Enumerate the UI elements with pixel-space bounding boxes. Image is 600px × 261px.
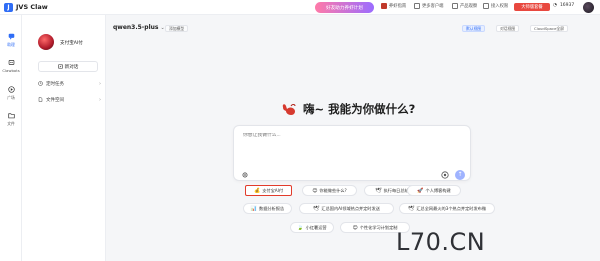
new-chat-label: 新对话 xyxy=(64,64,79,70)
suggestion-chip[interactable]: 💰 支付宝AI付 xyxy=(245,185,292,196)
view-label: 默认视图 xyxy=(466,25,482,31)
greeting: 嗨~ 我能为你做什么? xyxy=(281,101,415,117)
model-name: qwen3.5-plus xyxy=(113,24,159,31)
menu-item-scheduled[interactable]: 定时任务 › xyxy=(38,79,106,88)
view-default-button[interactable]: 默认视图 xyxy=(462,25,486,32)
nav-product[interactable]: 产品观察 xyxy=(452,3,477,9)
bot-icon xyxy=(8,60,14,65)
nav-clients-label: 更多客户端 xyxy=(422,4,444,9)
rail-item-label: 助理 xyxy=(7,42,15,47)
lock-icon xyxy=(483,3,489,9)
top-bar: J JVS Claw 好友助力养虾计划 养虾指南 更多客户端 产品观察 接入权限… xyxy=(0,0,600,15)
bell-icon: ◔ xyxy=(553,3,557,8)
chip-label: 个性化学习计划定制 xyxy=(359,224,398,230)
send-button[interactable]: ↑ xyxy=(455,170,465,180)
chevron-right-icon: › xyxy=(99,96,101,103)
rail-item-assistant[interactable]: 助理 xyxy=(0,33,22,48)
lobster-icon xyxy=(282,103,296,115)
mic-icon[interactable] xyxy=(441,171,449,179)
bird-icon: 🕊 xyxy=(375,187,382,194)
suggestion-chip[interactable]: 🍃 小红薯运营 xyxy=(290,222,334,233)
brand-name: JVS Claw xyxy=(16,3,48,11)
shield-icon xyxy=(381,3,387,9)
chat-icon xyxy=(8,33,14,40)
suggestion-chip[interactable]: 🕊 汇总全网最火的3个热点并定时发布微 xyxy=(399,203,495,214)
main-area: qwen3.5-plus ⌄ 添加模型 默认视图 对话视图 CloudSpace全… xyxy=(106,15,600,261)
rail-item-label: 广场 xyxy=(7,95,15,100)
edit-icon xyxy=(57,64,63,69)
watermark: L70.CN xyxy=(396,228,486,256)
attach-icon[interactable] xyxy=(242,172,248,178)
menu-item-filespace[interactable]: 文件空间 › xyxy=(38,95,106,104)
suggestion-chip[interactable]: 📊 数据分析报告 xyxy=(243,203,292,214)
add-model-label: 添加模型 xyxy=(169,25,185,31)
agent-avatar[interactable] xyxy=(38,34,54,50)
folder-icon xyxy=(7,113,15,119)
file-icon xyxy=(38,97,43,102)
nav-rail: 助理 Clawbots 广场 文件 xyxy=(0,15,22,261)
app-window: J JVS Claw 好友助力养虾计划 养虾指南 更多客户端 产品观察 接入权限… xyxy=(0,0,600,261)
clock-icon xyxy=(38,81,43,86)
suggestion-chip[interactable]: 🚀 个人博客构建 xyxy=(407,185,461,196)
credits-value: 16937 xyxy=(559,3,575,8)
promo-banner[interactable]: 好友助力养虾计划 xyxy=(315,2,374,13)
nav-clients[interactable]: 更多客户端 xyxy=(414,3,443,9)
model-selector[interactable]: qwen3.5-plus ⌄ xyxy=(113,24,165,31)
wallet-icon: 💰 xyxy=(253,187,261,194)
prompt-input[interactable] xyxy=(243,133,443,138)
chip-label: 执行每日总结 xyxy=(383,187,409,193)
greeting-text: 嗨~ 我能为你做什么? xyxy=(303,102,416,116)
nav-guide[interactable]: 养虾指南 xyxy=(381,3,406,9)
view-label: 对话视图 xyxy=(500,25,516,31)
nav-product-label: 产品观察 xyxy=(460,4,478,9)
smile-icon: 😊 xyxy=(312,187,318,194)
leaf-icon: 🍃 xyxy=(297,224,304,231)
rail-item-label: 文件 xyxy=(7,121,15,126)
agent-panel: 支付宝AI付 新对话 定时任务 › 文件空间 › xyxy=(22,15,106,261)
eye-icon xyxy=(452,3,458,9)
suggestion-chip[interactable]: 😊 你能做些什么? xyxy=(302,185,357,196)
menu-item-label: 定时任务 xyxy=(46,81,64,87)
user-avatar[interactable] xyxy=(583,2,594,13)
brand[interactable]: J JVS Claw xyxy=(4,2,48,12)
nav-guide-label: 养虾指南 xyxy=(389,4,407,9)
prompt-box[interactable]: ↑ xyxy=(233,125,471,181)
credits[interactable]: ◔ 16937 xyxy=(553,3,574,8)
smile-icon: 😊 xyxy=(352,224,358,231)
rail-item-clawbots[interactable]: Clawbots xyxy=(0,59,22,73)
chevron-right-icon: › xyxy=(99,80,101,87)
arrow-up-icon: ↑ xyxy=(457,171,463,178)
upgrade-button[interactable]: 大师版套餐 xyxy=(514,3,550,11)
rail-item-files[interactable]: 文件 xyxy=(0,112,22,127)
monitor-icon xyxy=(414,3,420,9)
nav-access-label: 接入权限 xyxy=(491,4,509,9)
bird-icon: 🕊 xyxy=(313,205,320,212)
rail-item-plaza[interactable]: 广场 xyxy=(0,86,22,101)
view-label: CloudSpace全屏 xyxy=(534,25,565,31)
add-model-button[interactable]: 添加模型 xyxy=(165,25,189,32)
brand-logo-icon: J xyxy=(4,2,13,12)
agent-name: 支付宝AI付 xyxy=(60,41,83,46)
view-cloudspace-button[interactable]: CloudSpace全屏 xyxy=(530,25,569,32)
view-chat-button[interactable]: 对话视图 xyxy=(496,25,520,32)
rail-item-label: Clawbots xyxy=(2,68,20,73)
suggestion-chip[interactable]: 🕊 汇总国内AI领域热点并定时发送 xyxy=(299,203,394,214)
chip-label: 个人博客构建 xyxy=(425,187,451,193)
new-chat-button[interactable]: 新对话 xyxy=(38,61,98,72)
nav-access[interactable]: 接入权限 xyxy=(483,3,508,9)
chart-icon: 📊 xyxy=(250,205,258,212)
chip-label: 你能做些什么? xyxy=(319,187,347,193)
rocket-icon: 🚀 xyxy=(417,187,424,194)
bird-icon: 🕊 xyxy=(407,205,415,212)
chip-label: 数据分析报告 xyxy=(259,205,285,211)
chip-label: 汇总全网最火的3个热点并定时发布微 xyxy=(416,205,487,211)
chip-label: 汇总国内AI领域热点并定时发送 xyxy=(321,205,380,211)
chip-label: 支付宝AI付 xyxy=(262,187,284,193)
chip-label: 小红薯运营 xyxy=(305,224,327,230)
menu-item-label: 文件空间 xyxy=(46,97,64,103)
plaza-icon xyxy=(7,86,15,93)
